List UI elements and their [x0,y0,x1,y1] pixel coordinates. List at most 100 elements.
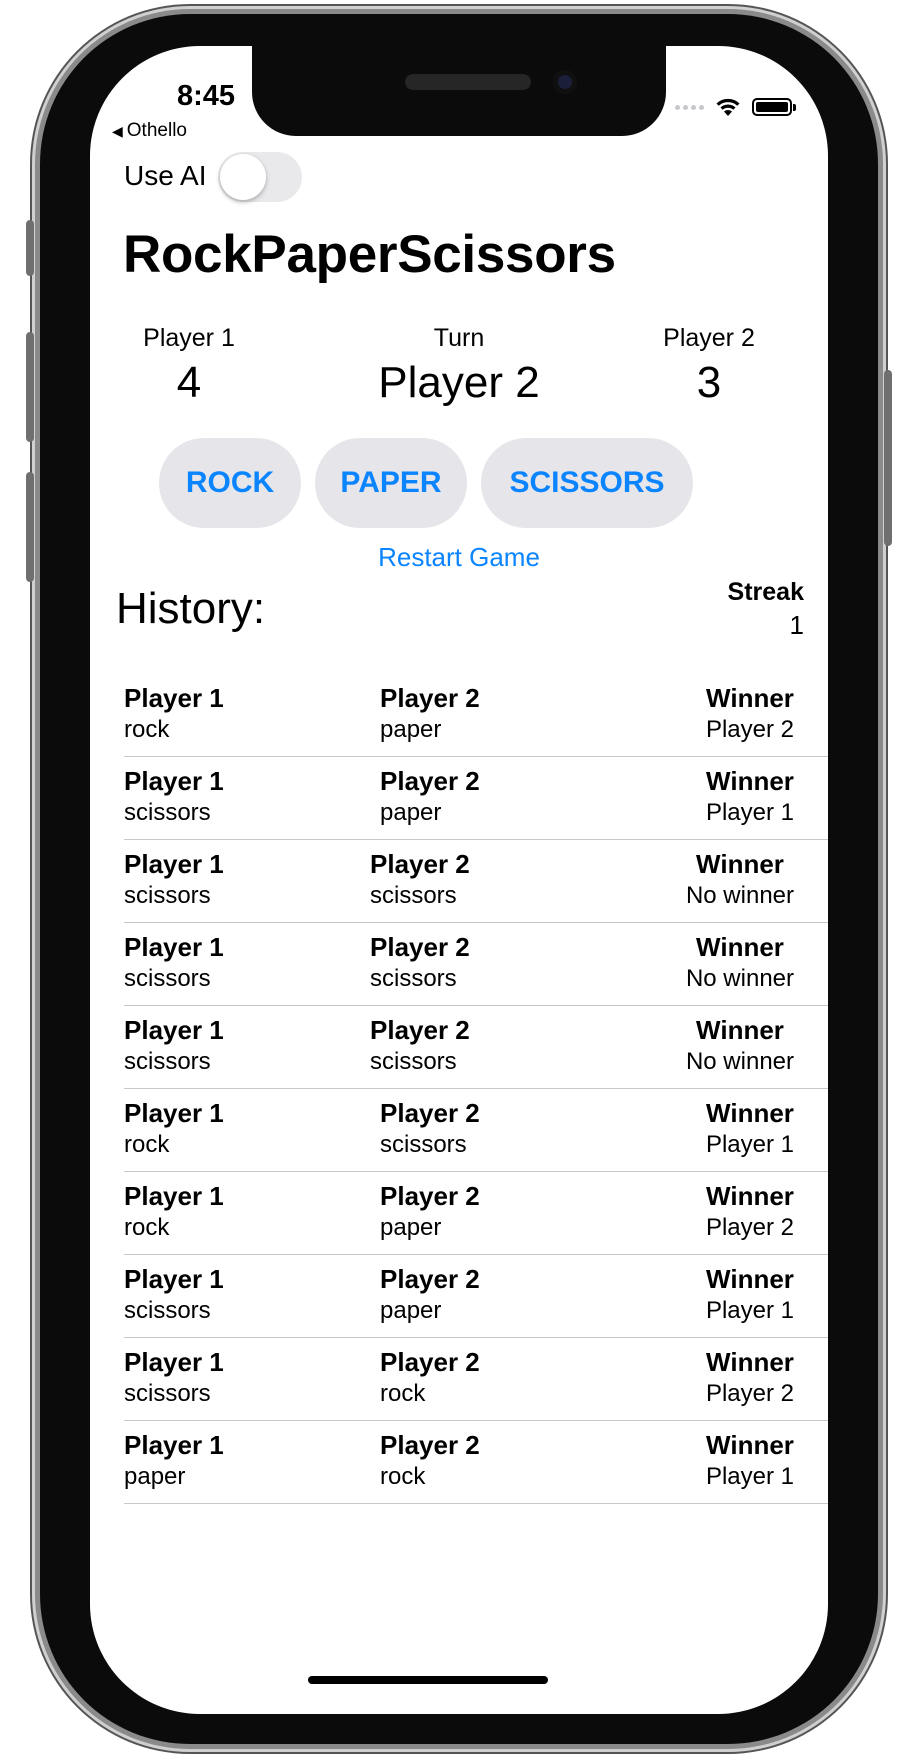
player2-score: 3 [696,358,722,407]
app-screen: 8:45 ◀ Othello Use AI RockPaperScissors P… [90,46,828,1714]
winner-header: Winner [706,1098,794,1128]
turn-label: Turn [433,324,485,352]
winner-value: Player 1 [705,1130,794,1158]
restart-game-button[interactable]: Restart Game [290,542,628,573]
winner-header: Winner [706,683,794,713]
history-row: Player 1 scissors Player 2 scissors Winner… [124,840,828,923]
player2-header: Player 2 [380,1181,480,1211]
winner-header: Winner [706,1181,794,1211]
winner-header: Winner [706,766,794,796]
history-row: Player 1 rock Player 2 scissors Winner Play… [124,1089,828,1172]
winner-value: Player 1 [705,798,794,826]
home-indicator[interactable] [308,1676,548,1684]
player2-choice: paper [380,1213,442,1241]
player2-choice: scissors [370,881,457,909]
player1-header: Player 1 [124,849,224,879]
player2-choice: paper [380,798,442,826]
history-heading: History: [116,584,266,633]
winner-header: Winner [706,1264,794,1294]
history-row: Player 1 rock Player 2 paper Winner Player … [124,1172,828,1255]
turn-value: Player 2 [378,358,540,407]
cellular-signal-icon [675,104,704,110]
player2-header: Player 2 [370,932,470,962]
winner-value: Player 2 [705,715,794,743]
player1-choice: rock [124,1213,170,1241]
paper-button[interactable]: PAPER [315,438,467,528]
player2-header: Player 2 [380,1347,480,1377]
front-camera [553,70,577,94]
winner-value: No winner [685,964,794,992]
notch [252,46,666,136]
history-row: Player 1 scissors Player 2 scissors Winner… [124,923,828,1006]
player1-choice: scissors [124,964,211,992]
status-icons [675,96,796,118]
history-row: Player 1 scissors Player 2 paper Winner Pla… [124,757,828,840]
player2-choice: scissors [380,1130,467,1158]
back-to-app-link[interactable]: ◀ Othello [112,120,187,142]
history-row: Player 1 paper Player 2 rock Winner Player … [124,1421,828,1504]
speaker-grille [405,74,531,90]
rock-button[interactable]: ROCK [159,438,301,528]
back-app-label: Othello [126,120,187,141]
player1-header: Player 1 [124,766,224,796]
use-ai-toggle[interactable] [218,152,302,202]
player2-choice: rock [380,1462,426,1490]
player1-header: Player 1 [124,1098,224,1128]
player2-header: Player 2 [370,1015,470,1045]
status-time: 8:45 [176,80,236,112]
power-button [884,370,892,546]
player2-choice: paper [380,715,442,743]
history-row: Player 1 scissors Player 2 scissors Winner… [124,1006,828,1089]
player2-choice: rock [380,1379,426,1407]
volume-down-button [26,472,34,582]
winner-header: Winner [696,1015,784,1045]
player1-header: Player 1 [124,1264,224,1294]
history-row: Player 1 rock Player 2 paper Winner Player … [124,674,828,757]
player1-header: Player 1 [124,1015,224,1045]
page-title: RockPaperScissors [123,225,616,284]
player1-header: Player 1 [124,1181,224,1211]
history-list[interactable]: Player 1 rock Player 2 paper Winner Player … [124,674,828,1504]
volume-up-button [26,332,34,442]
player2-header: Player 2 [380,1430,480,1460]
use-ai-label: Use AI [124,160,207,191]
player1-choice: paper [124,1462,186,1490]
player2-header: Player 2 [380,683,480,713]
player2-choice: paper [380,1296,442,1324]
history-row: Player 1 scissors Player 2 paper Winner Pla… [124,1255,828,1338]
mute-switch [26,220,34,276]
player1-choice: scissors [124,1296,211,1324]
wifi-icon [716,98,740,116]
history-row: Player 1 scissors Player 2 rock Winner Play… [124,1338,828,1421]
player2-header: Player 2 [380,1264,480,1294]
back-triangle-icon: ◀ [112,123,123,139]
player1-header: Player 1 [124,932,224,962]
player2-header: Player 2 [370,849,470,879]
winner-header: Winner [706,1430,794,1460]
winner-value: Player 2 [705,1379,794,1407]
winner-header: Winner [706,1347,794,1377]
player1-choice: rock [124,1130,170,1158]
player1-label: Player 1 [143,324,235,352]
player2-header: Player 2 [380,766,480,796]
streak-label: Streak [727,578,804,606]
winner-value: Player 2 [705,1213,794,1241]
player1-choice: scissors [124,1379,211,1407]
winner-value: Player 1 [705,1296,794,1324]
winner-value: No winner [685,1047,794,1075]
streak-value: 1 [789,610,804,640]
player2-choice: scissors [370,1047,457,1075]
winner-value: No winner [685,881,794,909]
player1-score: 4 [176,358,202,407]
player1-header: Player 1 [124,683,224,713]
phone-frame: 8:45 ◀ Othello Use AI RockPaperScissors P… [26,14,892,1744]
winner-header: Winner [696,849,784,879]
player1-header: Player 1 [124,1347,224,1377]
scissors-button[interactable]: SCISSORS [481,438,693,528]
player1-header: Player 1 [124,1430,224,1460]
player2-choice: scissors [370,964,457,992]
player1-choice: scissors [124,798,211,826]
toggle-knob [220,154,266,200]
player1-choice: scissors [124,1047,211,1075]
player2-label: Player 2 [663,324,755,352]
